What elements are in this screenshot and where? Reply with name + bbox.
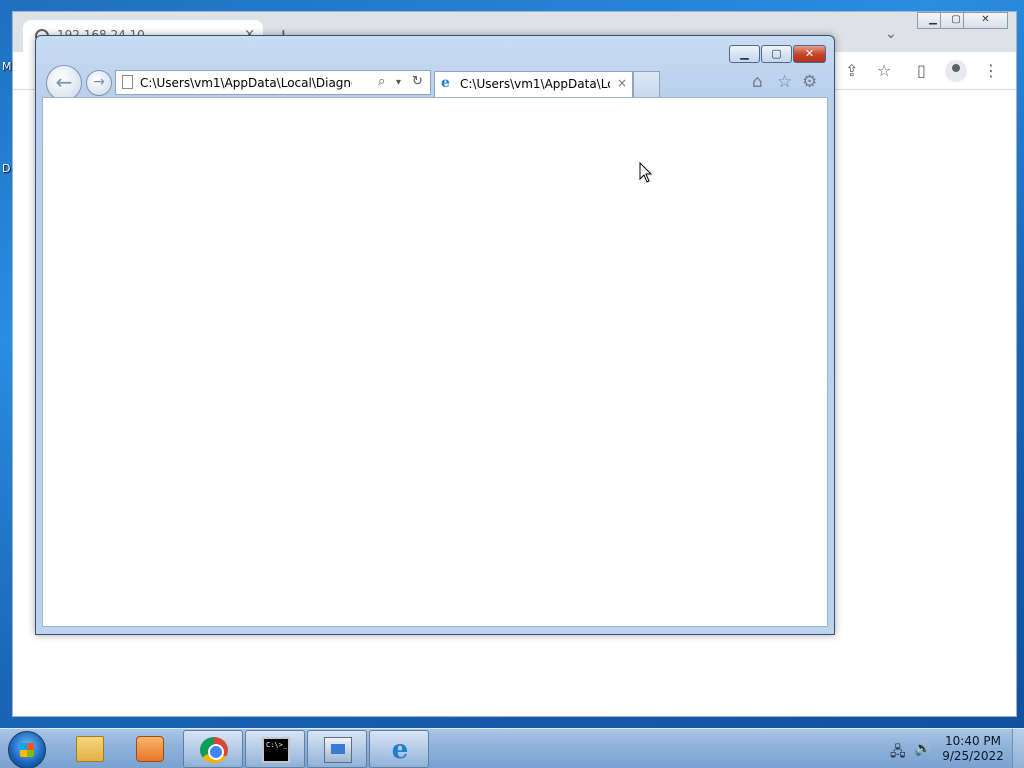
taskbar-explorer-button[interactable]	[60, 730, 120, 768]
bookmark-star-icon[interactable]: ☆	[877, 61, 891, 80]
taskbar-network-button[interactable]	[307, 730, 367, 768]
ie-window: ▁ ▢ ✕ ← → C:\Users\vm1\AppData\Local\Dia…	[35, 35, 835, 635]
search-icon[interactable]: ⌕	[378, 74, 385, 89]
network-window-icon	[324, 737, 352, 763]
favorites-icon[interactable]: ☆	[777, 72, 792, 92]
home-icon[interactable]: ⌂	[752, 72, 763, 92]
desktop-icon-label[interactable]: M	[2, 60, 12, 73]
desktop-icon-label[interactable]: D	[2, 162, 10, 175]
mouse-cursor-icon	[639, 162, 653, 183]
start-button[interactable]	[8, 731, 46, 768]
maximize-button[interactable]: ▢	[761, 45, 792, 63]
forward-button[interactable]: →	[86, 70, 112, 96]
taskbar: C:\>_ e 🖧 🔊 10:40 PM 9/25/2022	[0, 728, 1024, 768]
tools-gear-icon[interactable]: ⚙	[802, 72, 817, 92]
ie-favicon-icon: e	[441, 75, 450, 91]
clock-time: 10:40 PM	[945, 734, 1001, 748]
back-button[interactable]: ←	[46, 65, 82, 101]
folder-icon	[76, 736, 104, 762]
minimize-button[interactable]: ▁	[729, 45, 760, 63]
command-prompt-icon: C:\>_	[262, 737, 290, 763]
close-tab-icon[interactable]: ×	[617, 76, 627, 90]
chrome-close-button[interactable]: ✕	[963, 12, 1008, 29]
tab-search-icon[interactable]: ⌄	[885, 26, 897, 42]
refresh-icon[interactable]: ↻	[412, 74, 423, 89]
address-input[interactable]: C:\Users\vm1\AppData\Local\Diagnostics\4…	[140, 76, 352, 90]
profile-avatar-icon[interactable]	[945, 60, 967, 82]
system-clock[interactable]: 10:40 PM 9/25/2022	[940, 734, 1006, 764]
volume-tray-icon[interactable]: 🔊	[914, 741, 931, 757]
share-icon[interactable]: ⇪	[845, 61, 858, 80]
taskbar-cmd-button[interactable]: C:\>_	[245, 730, 305, 768]
taskbar-chrome-button[interactable]	[183, 730, 243, 768]
taskbar-ie-button[interactable]: e	[369, 730, 429, 768]
page-icon	[122, 75, 133, 89]
media-player-icon	[136, 736, 164, 762]
close-button[interactable]: ✕	[793, 45, 826, 63]
ie-tab[interactable]: e C:\Users\vm1\AppData\Lo... ×	[434, 71, 633, 97]
new-tab-button[interactable]	[633, 71, 660, 97]
show-desktop-button[interactable]	[1012, 729, 1024, 768]
side-panel-icon[interactable]: ▯	[917, 61, 926, 80]
taskbar-media-player-button[interactable]	[120, 730, 180, 768]
network-tray-icon[interactable]: 🖧	[890, 741, 906, 765]
page-content[interactable]	[42, 97, 828, 627]
clock-date: 9/25/2022	[942, 749, 1004, 763]
address-bar[interactable]: C:\Users\vm1\AppData\Local\Diagnostics\4…	[115, 70, 431, 95]
chrome-icon	[200, 737, 228, 763]
more-menu-icon[interactable]: ⋮	[983, 61, 999, 80]
address-dropdown-icon[interactable]: ▾	[396, 77, 401, 88]
ie-tab-title: C:\Users\vm1\AppData\Lo...	[460, 77, 610, 91]
internet-explorer-icon: e	[391, 735, 409, 765]
